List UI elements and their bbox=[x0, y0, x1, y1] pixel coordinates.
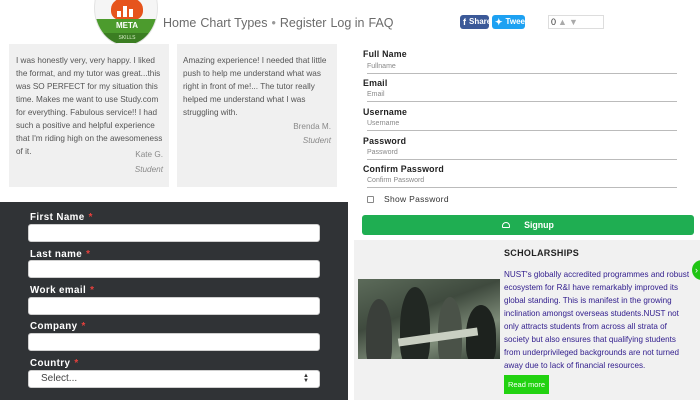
facebook-share-label: Share bbox=[469, 17, 492, 26]
testimonial-author: Brenda M. bbox=[293, 122, 331, 131]
confirm-password-label: Confirm Password bbox=[363, 164, 444, 174]
email-label: Email bbox=[363, 78, 388, 88]
testimonial-text: I was honestly very, very happy. I liked… bbox=[16, 56, 163, 156]
signup-label: Signup bbox=[524, 220, 554, 230]
nav-chart-types[interactable]: Chart Types bbox=[200, 16, 267, 30]
first-name-input[interactable] bbox=[28, 224, 320, 242]
tweet-button[interactable]: ✦ Tweet bbox=[492, 15, 528, 29]
company-input[interactable] bbox=[28, 333, 320, 351]
students-photo bbox=[358, 279, 500, 359]
main-nav: Home Chart Types • Register Log in FAQ bbox=[163, 14, 398, 32]
show-password-label: Show Password bbox=[384, 194, 449, 204]
username-label: Username bbox=[363, 107, 408, 117]
country-label: Country * bbox=[30, 358, 79, 369]
nav-login[interactable]: Log in bbox=[330, 16, 364, 30]
nav-register[interactable]: Register bbox=[280, 16, 327, 30]
signup-button[interactable]: Signup bbox=[362, 215, 694, 235]
country-select[interactable]: Select... ▲ ▼ bbox=[28, 370, 320, 388]
upvote-arrow-icon[interactable]: ▲ bbox=[558, 17, 567, 27]
testimonial-role: Student bbox=[302, 136, 331, 145]
scholarships-description: NUST's globally accredited programmes an… bbox=[504, 270, 690, 370]
email-input[interactable]: Email bbox=[367, 90, 677, 102]
password-input[interactable]: Password bbox=[367, 148, 677, 160]
last-name-input[interactable] bbox=[28, 260, 320, 278]
site-header: META SKILLS Home Chart Types • Register … bbox=[0, 0, 700, 46]
first-name-label: First Name * bbox=[30, 212, 93, 223]
downvote-arrow-icon[interactable]: ▼ bbox=[569, 17, 578, 27]
twitter-bird-icon: ✦ bbox=[495, 17, 503, 27]
facebook-share-button[interactable]: f Share bbox=[460, 15, 492, 29]
testimonial-author: Kate G. bbox=[135, 150, 163, 159]
required-marker: * bbox=[74, 358, 79, 369]
nav-faq[interactable]: FAQ bbox=[369, 16, 394, 30]
testimonial-role: Student bbox=[134, 165, 163, 174]
required-marker: * bbox=[90, 285, 95, 296]
required-marker: * bbox=[86, 249, 91, 260]
full-name-label: Full Name bbox=[363, 49, 407, 59]
required-marker: * bbox=[81, 321, 86, 332]
work-email-label: Work email * bbox=[30, 285, 95, 296]
scholarships-panel: SCHOLARSHIPS NUST's globally accredited … bbox=[354, 240, 700, 400]
lead-form: First Name * Last name * Work email * Compa… bbox=[0, 202, 348, 400]
country-select-value: Select... bbox=[41, 373, 78, 384]
work-email-input[interactable] bbox=[28, 297, 320, 315]
username-input[interactable]: Username bbox=[367, 119, 677, 131]
vote-widget: 0 ▲ ▼ bbox=[548, 15, 604, 29]
confirm-password-input[interactable]: Confirm Password bbox=[367, 176, 677, 188]
show-password-checkbox[interactable] bbox=[367, 196, 374, 203]
full-name-input[interactable]: Fullname bbox=[367, 62, 677, 74]
select-arrows-icon: ▲ ▼ bbox=[303, 373, 309, 384]
logo-chart-icon bbox=[117, 3, 137, 17]
lock-icon bbox=[502, 222, 511, 228]
nav-home[interactable]: Home bbox=[163, 16, 196, 30]
site-logo[interactable]: META SKILLS bbox=[94, 0, 158, 46]
read-more-button[interactable]: Read more bbox=[504, 375, 549, 394]
company-label: Company * bbox=[30, 321, 86, 332]
testimonial-text: Amazing experience! I needed that little… bbox=[183, 56, 327, 117]
testimonial-card: I was honestly very, very happy. I liked… bbox=[9, 44, 169, 187]
vote-count: 0 bbox=[551, 17, 557, 27]
required-marker: * bbox=[88, 212, 93, 223]
nav-separator: • bbox=[271, 16, 276, 30]
logo-subtitle: SKILLS bbox=[95, 33, 157, 43]
tweet-label: Tweet bbox=[505, 17, 528, 26]
last-name-label: Last name * bbox=[30, 249, 91, 260]
facebook-icon: f bbox=[463, 17, 466, 27]
password-label: Password bbox=[363, 136, 407, 146]
testimonial-card: Amazing experience! I needed that little… bbox=[177, 44, 337, 187]
scholarships-title: SCHOLARSHIPS bbox=[504, 248, 580, 258]
logo-title: META bbox=[95, 19, 157, 33]
